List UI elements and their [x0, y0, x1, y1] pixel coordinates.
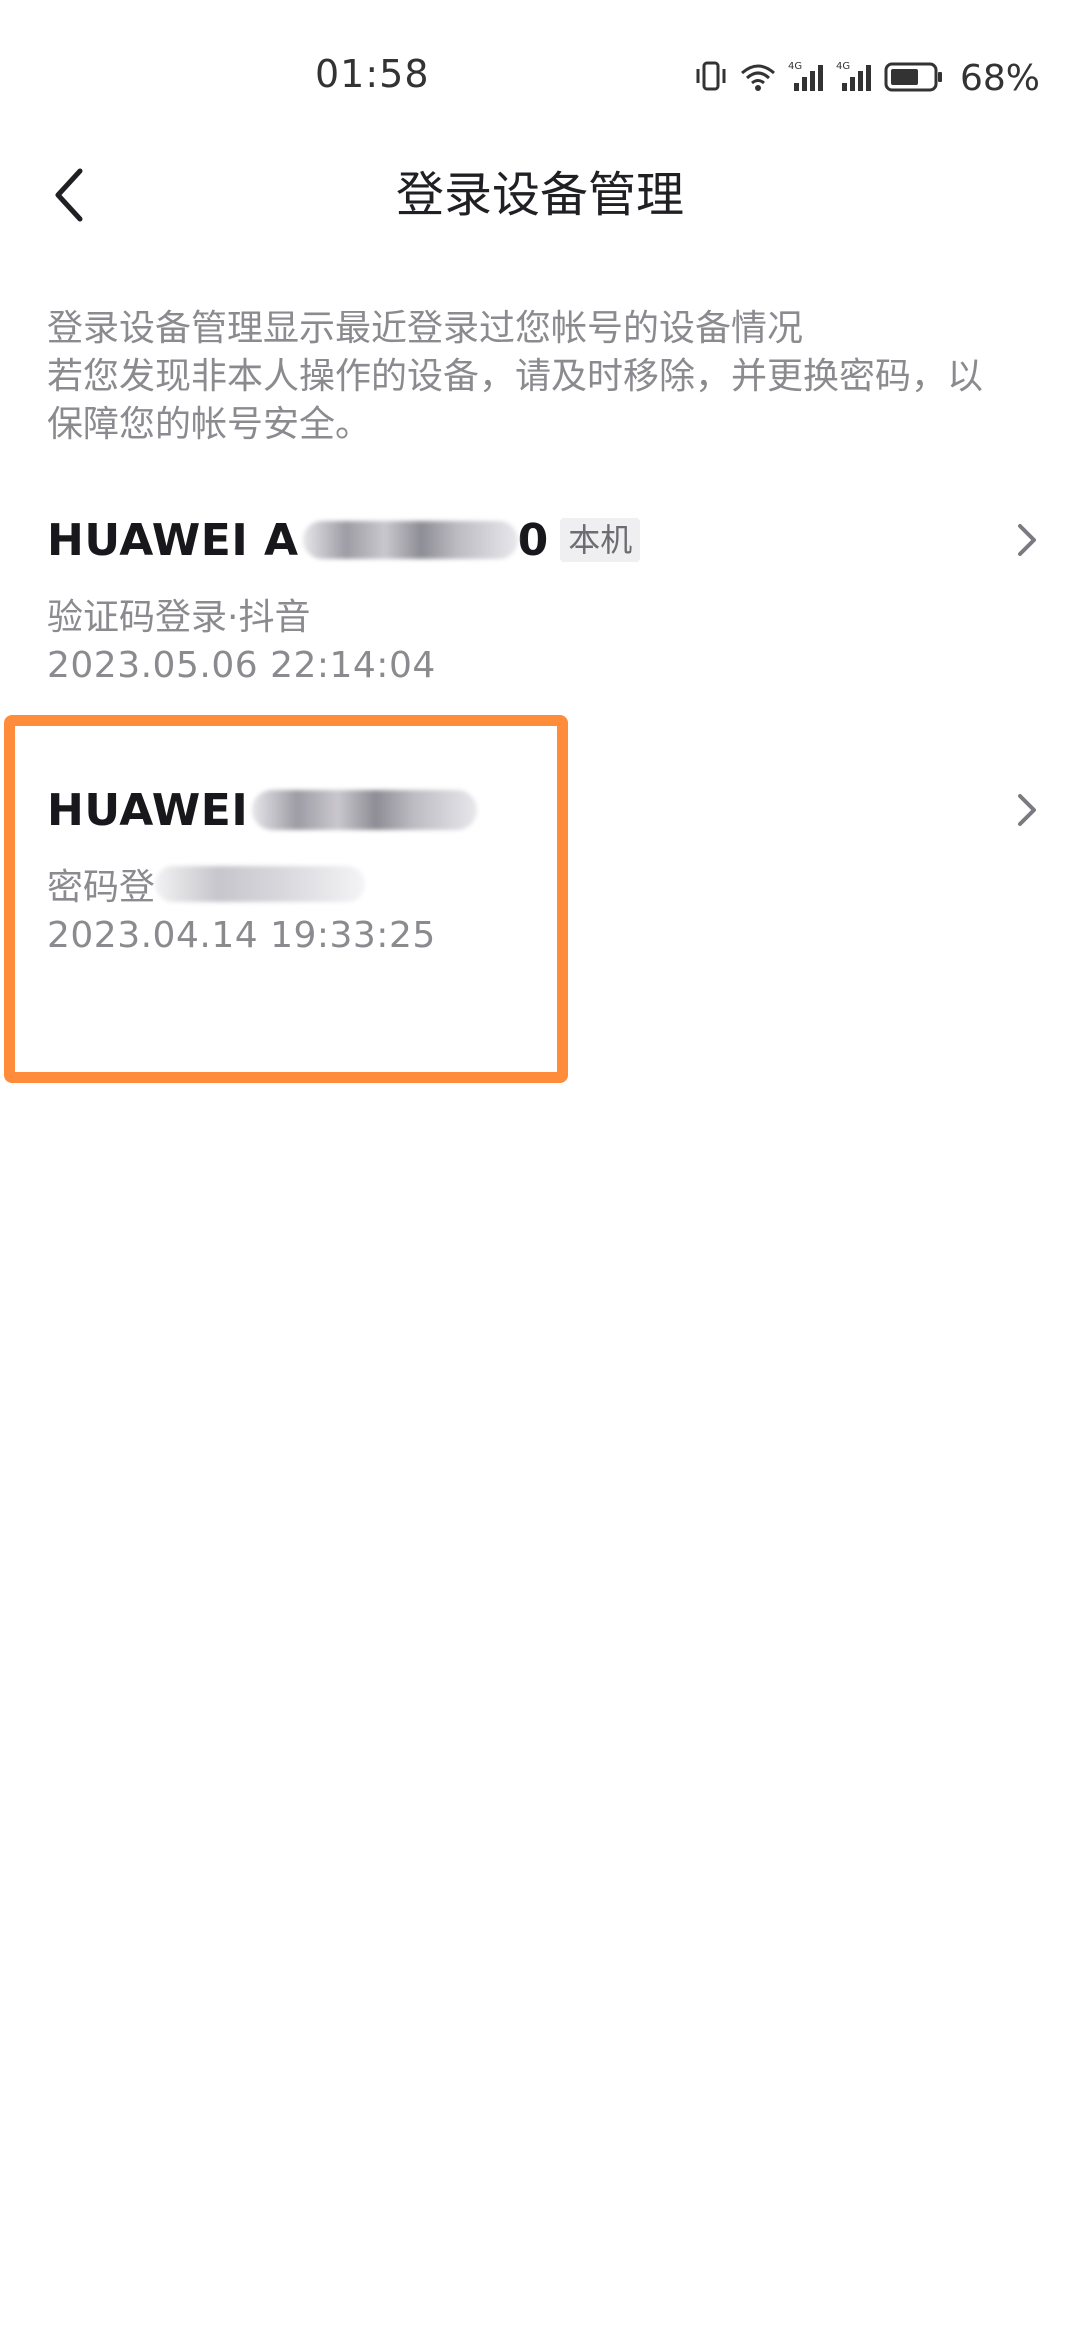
battery-percent: 68%: [959, 57, 1040, 99]
svg-text:4G: 4G: [788, 61, 802, 72]
nav-header: 登录设备管理: [0, 150, 1080, 235]
chevron-right-icon: [1018, 794, 1036, 826]
status-icons: 4G 4G 68%: [694, 57, 1040, 99]
battery-icon: [884, 59, 944, 97]
description-line: 保障您的帐号安全。: [47, 404, 372, 445]
wifi-icon: [738, 59, 778, 97]
chevron-right-icon: [1018, 524, 1036, 556]
status-bar: 01:58 4G 4G 68%: [0, 0, 1080, 150]
vibrate-icon: [694, 59, 728, 97]
svg-text:4G: 4G: [836, 61, 850, 72]
current-device-badge: 本机: [560, 518, 641, 562]
redacted-text: [302, 521, 518, 559]
description-line: 登录设备管理显示最近登录过您帐号的设备情况: [47, 308, 804, 349]
description-text: 登录设备管理显示最近登录过您帐号的设备情况 若您发现非本人操作的设备，请及时移除…: [47, 305, 1037, 449]
highlight-annotation: [4, 715, 568, 1083]
signal-icon-1: 4G: [788, 59, 826, 97]
device-row-current[interactable]: HUAWEI A 0 本机 验证码登录·抖音 2023.05.06 22:14:…: [0, 500, 1080, 720]
device-name-line: HUAWEI A 0 本机: [47, 514, 641, 566]
description-line: 若您发现非本人操作的设备，请及时移除，并更换密码，以: [47, 356, 984, 397]
login-method: 验证码登录·抖音: [47, 597, 311, 638]
status-time: 01:58: [315, 52, 430, 96]
page-title: 登录设备管理: [395, 167, 684, 223]
login-time: 2023.05.06 22:14:04: [47, 645, 436, 686]
device-name: HUAWEI A: [47, 514, 299, 566]
device-name-suffix: 0: [517, 514, 549, 566]
signal-icon-2: 4G: [836, 59, 874, 97]
